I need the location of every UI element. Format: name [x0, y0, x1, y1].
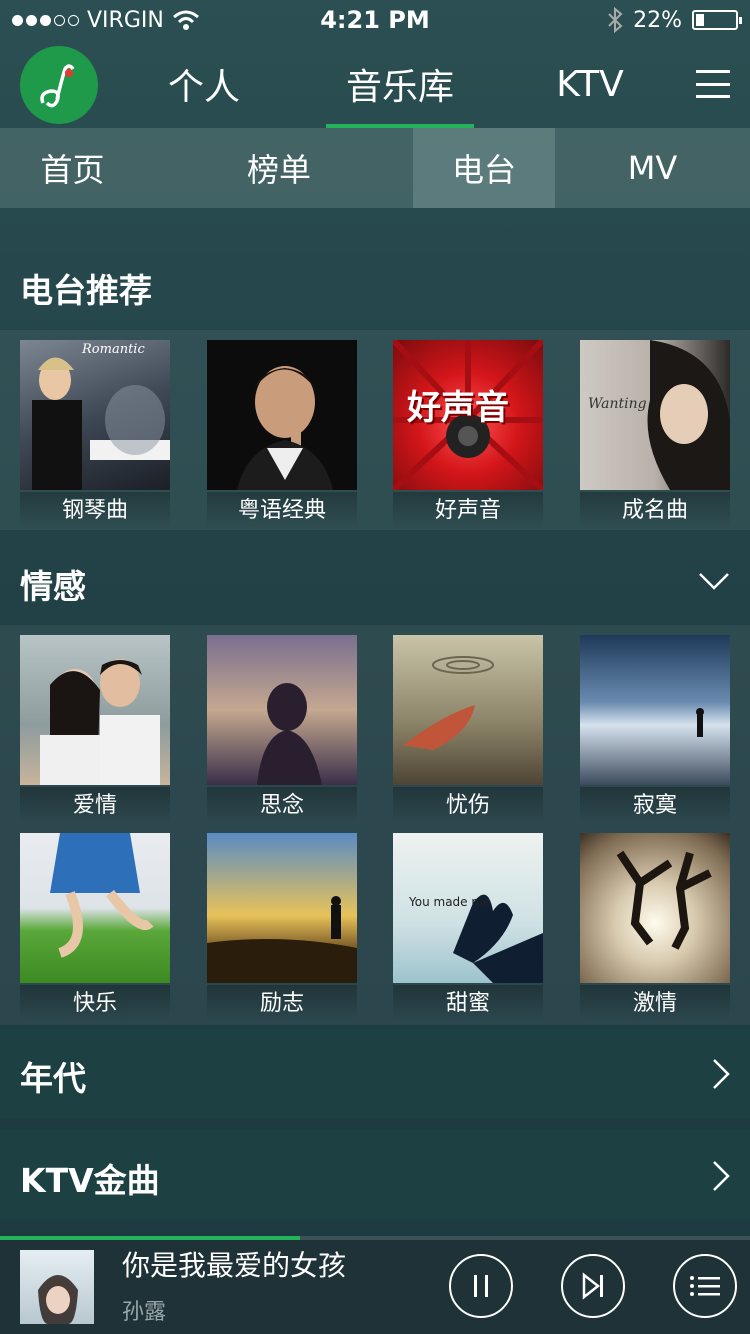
piano-cover: Romantic [20, 340, 170, 490]
emotion-tile-label: 忧伤 [393, 787, 543, 823]
hits-cover-text: Wanting [588, 396, 647, 412]
row-era-title: 年代 [20, 1059, 86, 1098]
emotion-tile-inspire[interactable]: 励志 [207, 833, 357, 1021]
emotion-tile-love[interactable]: 爱情 [20, 635, 170, 823]
sad-cover [393, 635, 543, 785]
hits-cover: Wanting [580, 340, 730, 490]
emotion-tile-sad[interactable]: 忧伤 [393, 635, 543, 823]
sub-nav: 首页 榜单 电台 MV [0, 128, 750, 208]
mini-player: 你是我最爱的女孩 孙露 [0, 1236, 750, 1334]
row-ktv-hits[interactable]: KTV金曲 [0, 1130, 750, 1220]
chevron-down-icon[interactable] [696, 568, 732, 592]
section-title-emotion: 情感 [20, 567, 86, 606]
menu-icon[interactable] [696, 70, 730, 98]
subtab-charts[interactable]: 榜单 [145, 128, 413, 208]
section-title-recommend: 电台推荐 [20, 271, 152, 310]
good-voice-cover: 好声音 [393, 340, 543, 490]
status-left: VIRGIN [12, 8, 272, 33]
bluetooth-icon [608, 7, 623, 33]
status-right: 22% [478, 7, 742, 33]
pause-button[interactable] [449, 1254, 513, 1318]
emotion-tile-label: 思念 [207, 787, 357, 823]
row-ktv-hits-title: KTV金曲 [20, 1161, 160, 1200]
radio-tile-label: 粤语经典 [207, 492, 357, 528]
sweet-cover: You made me [393, 833, 543, 983]
wifi-icon [172, 10, 199, 30]
subtab-mv[interactable]: MV [555, 128, 750, 208]
sweet-cover-text: You made me [409, 895, 491, 909]
chevron-right-icon [713, 1161, 730, 1191]
next-track-button[interactable] [561, 1254, 625, 1318]
playlist-icon [690, 1276, 720, 1296]
battery-percent: 22% [633, 7, 682, 33]
now-playing-cover[interactable] [20, 1250, 94, 1324]
now-playing-title: 你是我最爱的女孩 [122, 1249, 347, 1282]
top-nav: 个人 音乐库 KTV [0, 40, 750, 128]
status-bar: VIRGIN 4:21 PM 22% [0, 0, 750, 40]
missing-cover [207, 635, 357, 785]
emotion-tile-label: 寂寞 [580, 787, 730, 823]
emotion-tile-lonely[interactable]: 寂寞 [580, 635, 730, 823]
emotion-tile-passion[interactable]: 激情 [580, 833, 730, 1021]
emotion-tile-happy[interactable]: 快乐 [20, 833, 170, 1021]
cantonese-cover [207, 340, 357, 490]
emotion-tile-label: 励志 [207, 985, 357, 1021]
emotion-tile-label: 甜蜜 [393, 985, 543, 1021]
emotion-tile-label: 快乐 [20, 985, 170, 1021]
happy-cover [20, 833, 170, 983]
lonely-cover [580, 635, 730, 785]
radio-tile-hits[interactable]: Wanting 成名曲 [580, 340, 730, 528]
playlist-button[interactable] [673, 1254, 737, 1318]
now-playing-artist: 孙露 [122, 1300, 167, 1325]
radio-tile-label: 钢琴曲 [20, 492, 170, 528]
passion-cover [580, 833, 730, 983]
love-cover [20, 635, 170, 785]
piano-cover-text: Romantic [82, 342, 145, 357]
tab-personal[interactable]: 个人 [160, 40, 248, 128]
carrier-label: VIRGIN [87, 7, 164, 33]
battery-level [696, 14, 705, 26]
emotion-tile-label: 爱情 [20, 787, 170, 823]
radio-tile-label: 成名曲 [580, 492, 730, 528]
emotion-tile-sweet[interactable]: You made me 甜蜜 [393, 833, 543, 1021]
emotion-tile-missing[interactable]: 思念 [207, 635, 357, 823]
row-era[interactable]: 年代 [0, 1028, 750, 1118]
subtab-home[interactable]: 首页 [0, 128, 145, 208]
chevron-right-icon [713, 1059, 730, 1089]
skip-next-icon [582, 1272, 603, 1300]
battery-icon [692, 10, 742, 30]
good-voice-cover-text: 好声音 [407, 388, 509, 428]
tab-music-library[interactable]: 音乐库 [326, 40, 474, 128]
progress-fill [0, 1236, 300, 1240]
emotion-tile-label: 激情 [580, 985, 730, 1021]
tab-ktv[interactable]: KTV [548, 40, 632, 128]
subtab-radio[interactable]: 电台 [413, 128, 555, 208]
radio-tile-good-voice[interactable]: 好声音 好声音 [393, 340, 543, 528]
app-logo-icon[interactable] [20, 46, 98, 124]
signal-icon [12, 14, 79, 26]
pause-icon [474, 1275, 488, 1297]
radio-tile-label: 好声音 [393, 492, 543, 528]
radio-tile-piano[interactable]: Romantic 钢琴曲 [20, 340, 170, 528]
radio-tile-cantonese[interactable]: 粤语经典 [207, 340, 357, 528]
inspire-cover [207, 833, 357, 983]
progress-track[interactable] [0, 1236, 750, 1240]
status-time: 4:21 PM [320, 6, 430, 34]
